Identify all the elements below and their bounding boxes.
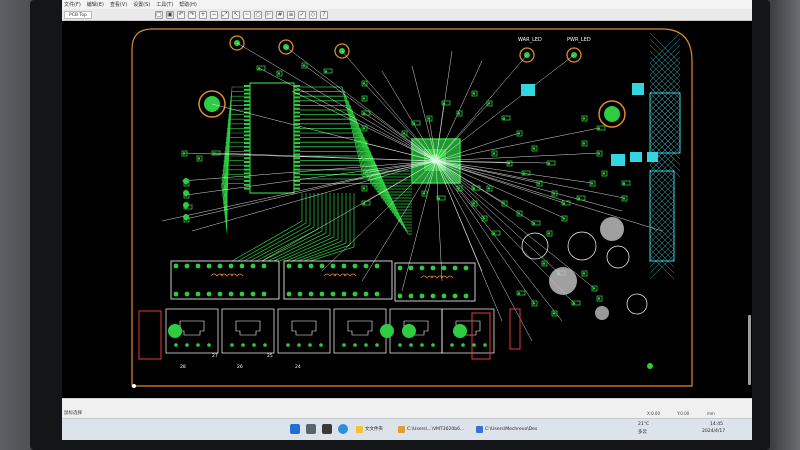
origin-marker bbox=[132, 384, 136, 388]
edge-icon[interactable] bbox=[338, 424, 348, 434]
warn-led-label: WAR_LED bbox=[518, 37, 542, 43]
drc-icon[interactable]: ✓ bbox=[297, 10, 306, 19]
menu-tools[interactable]: 工具(T) bbox=[156, 1, 173, 8]
pin-label: 24 bbox=[295, 364, 301, 370]
taskbar-app-explorer2[interactable]: C:\Users\Mechrevo\Des bbox=[474, 423, 539, 435]
fit-icon[interactable]: ⤢ bbox=[220, 10, 229, 19]
start-icon[interactable] bbox=[290, 424, 300, 434]
vertical-scrollbar[interactable] bbox=[748, 315, 751, 385]
transformer-blocks bbox=[170, 260, 476, 302]
folder-icon bbox=[356, 425, 363, 433]
taskbar-app-explorer1[interactable]: C:\Users\...\VMT3020b6... bbox=[396, 423, 466, 435]
layers-icon[interactable]: ≡ bbox=[286, 10, 295, 19]
pin-label: 26 bbox=[237, 364, 243, 370]
zoom-in-icon[interactable]: + bbox=[198, 10, 207, 19]
route-icon[interactable]: ~ bbox=[242, 10, 251, 19]
weather-temp[interactable]: 21°C bbox=[638, 422, 649, 427]
clock-time[interactable]: 14:45 bbox=[710, 422, 723, 427]
grid-icon[interactable]: # bbox=[275, 10, 284, 19]
status-bar: 鼠标选择 X:0.00 Y:0.00 mm bbox=[62, 398, 752, 418]
menu-edit[interactable]: 编辑(E) bbox=[87, 1, 104, 8]
taskbar-app-folder[interactable]: 文文件夹 bbox=[354, 423, 385, 435]
menu-settings[interactable]: 设置(S) bbox=[133, 1, 150, 8]
pcb-layout[interactable]: WAR_LED PWR_LED 28 26 24 27 25 bbox=[62, 21, 752, 398]
3d-icon[interactable]: ◇ bbox=[308, 10, 317, 19]
measure-icon[interactable]: ⊢ bbox=[264, 10, 273, 19]
help-icon[interactable]: ? bbox=[319, 10, 328, 19]
clock-date[interactable]: 2024/4/17 bbox=[702, 429, 725, 434]
left-ic bbox=[221, 82, 412, 262]
undo-icon[interactable]: ↶ bbox=[176, 10, 185, 19]
menu-help[interactable]: 帮助(H) bbox=[179, 1, 197, 8]
weather-desc: 多云 bbox=[638, 430, 647, 435]
folder-icon bbox=[398, 425, 405, 433]
open-icon[interactable]: ▢ bbox=[154, 10, 163, 19]
screen: 文件(F) 编辑(E) 查看(V) 设置(S) 工具(T) 帮助(H) PCB … bbox=[62, 0, 752, 440]
toolbar: PCB Top ▢ ▣ ↶ ↷ + − ⤢ ↖ ~ ○ ⊢ # ≡ ✓ ◇ ? bbox=[62, 9, 752, 21]
pin-label: 27 bbox=[212, 353, 218, 359]
document-tab[interactable]: PCB Top bbox=[64, 10, 92, 19]
app-icon bbox=[476, 425, 483, 433]
redo-icon[interactable]: ↷ bbox=[187, 10, 196, 19]
corner-marker bbox=[647, 363, 653, 369]
save-icon[interactable]: ▣ bbox=[165, 10, 174, 19]
pin-label: 28 bbox=[180, 364, 186, 370]
pcb-canvas[interactable]: WAR_LED PWR_LED 28 26 24 27 25 bbox=[62, 21, 752, 398]
pin-label: 25 bbox=[267, 353, 273, 359]
select-icon[interactable]: ↖ bbox=[231, 10, 240, 19]
status-unit: mm bbox=[707, 411, 715, 416]
taskbar: 文文件夹 C:\Users\...\VMT3020b6... C:\Users\… bbox=[62, 418, 752, 440]
menu-file[interactable]: 文件(F) bbox=[64, 1, 81, 8]
menu-view[interactable]: 查看(V) bbox=[110, 1, 127, 8]
search-icon[interactable] bbox=[306, 424, 316, 434]
menu-bar: 文件(F) 编辑(E) 查看(V) 设置(S) 工具(T) 帮助(H) bbox=[62, 0, 752, 9]
pwr-led-label: PWR_LED bbox=[567, 37, 591, 43]
via-icon[interactable]: ○ bbox=[253, 10, 262, 19]
status-y: Y:0.00 bbox=[677, 411, 690, 416]
rj45-connectors bbox=[165, 308, 495, 354]
zoom-out-icon[interactable]: − bbox=[209, 10, 218, 19]
status-x: X:0.00 bbox=[647, 411, 660, 416]
status-mode: 鼠标选择 bbox=[64, 411, 82, 416]
taskview-icon[interactable] bbox=[322, 424, 332, 434]
